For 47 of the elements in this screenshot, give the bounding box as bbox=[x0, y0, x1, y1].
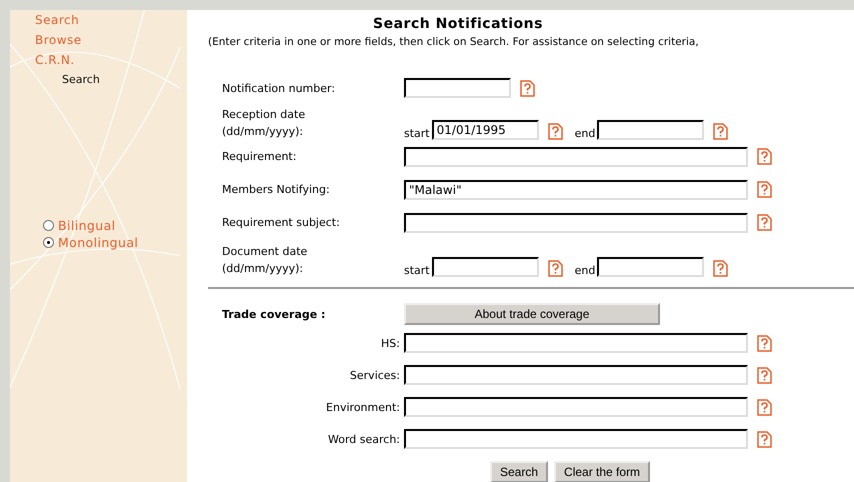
radio-button[interactable] bbox=[43, 237, 54, 248]
field-label: Requirement subject: bbox=[222, 215, 341, 231]
input-field[interactable]: 01/01/1995 bbox=[432, 120, 539, 140]
help-icon[interactable] bbox=[757, 334, 772, 352]
radio-button[interactable] bbox=[43, 220, 54, 231]
help-icon[interactable] bbox=[757, 430, 772, 448]
help-icon[interactable] bbox=[757, 366, 772, 384]
instructions-text: (Enter criteria in one or more fields, then click on Search. For assistance on selecting criteria, bbox=[208, 36, 700, 48]
field-label: Environment: bbox=[325, 400, 401, 414]
help-icon[interactable] bbox=[757, 214, 772, 231]
input-field[interactable] bbox=[404, 146, 748, 166]
input-field[interactable] bbox=[404, 333, 748, 353]
input-field[interactable] bbox=[404, 397, 748, 417]
field-label: Requirement: bbox=[222, 149, 298, 165]
start-label: start bbox=[404, 127, 430, 140]
section-label: Trade coverage : bbox=[222, 308, 326, 320]
input-field[interactable] bbox=[404, 365, 748, 385]
field-label: Reception date (dd/mm/yyyy): bbox=[222, 107, 306, 140]
input-field[interactable] bbox=[597, 257, 704, 277]
field-label: Document date (dd/mm/yyyy): bbox=[222, 244, 308, 277]
input-field[interactable] bbox=[404, 429, 748, 449]
field-label: Word search: bbox=[326, 432, 401, 446]
start-label: start bbox=[404, 264, 430, 277]
field-label: Members Notifying: bbox=[222, 182, 331, 198]
clear-button[interactable]: Clear the form bbox=[554, 461, 650, 482]
field-label: Notification number: bbox=[222, 80, 336, 96]
end-label: end bbox=[574, 127, 596, 140]
help-icon[interactable] bbox=[520, 80, 535, 96]
help-icon[interactable] bbox=[757, 398, 772, 416]
input-field[interactable]: "Malawi" bbox=[404, 180, 748, 200]
input-field[interactable] bbox=[597, 120, 704, 140]
current-page-label: Search bbox=[62, 72, 100, 88]
help-icon[interactable] bbox=[548, 123, 563, 140]
help-icon[interactable] bbox=[713, 260, 728, 277]
search-button[interactable]: Search bbox=[490, 461, 548, 482]
input-field[interactable] bbox=[432, 257, 539, 277]
field-label: Services: bbox=[348, 368, 401, 382]
field-label: HS: bbox=[380, 336, 401, 350]
help-icon[interactable] bbox=[713, 123, 728, 140]
end-label: end bbox=[574, 264, 596, 277]
help-icon[interactable] bbox=[757, 181, 772, 198]
help-icon[interactable] bbox=[548, 260, 563, 277]
page-title: Search Notifications bbox=[373, 16, 544, 32]
help-icon[interactable] bbox=[757, 148, 772, 165]
input-field[interactable] bbox=[404, 212, 748, 232]
about-trade-coverage-button[interactable]: About trade coverage bbox=[404, 303, 660, 325]
input-field[interactable] bbox=[404, 78, 511, 98]
